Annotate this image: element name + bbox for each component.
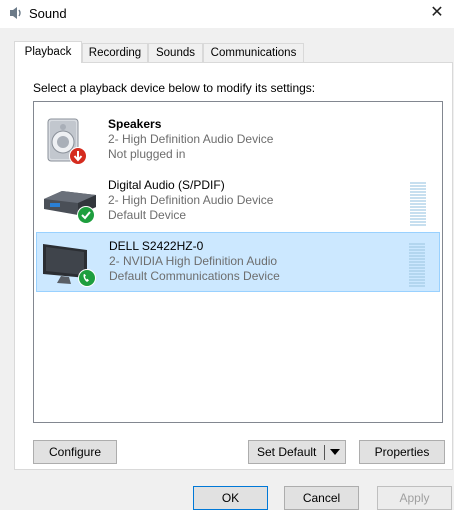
- set-default-button[interactable]: Set Default: [248, 440, 346, 464]
- spdif-device-icon: [44, 191, 96, 224]
- device-status: Default Communications Device: [109, 269, 280, 283]
- sound-speaker-icon: [10, 7, 21, 19]
- speaker-icon: [47, 118, 87, 165]
- default-check-badge-icon: [77, 206, 95, 224]
- communications-phone-badge-icon: [78, 269, 96, 287]
- device-description: 2- High Definition Audio Device: [108, 132, 274, 146]
- close-button[interactable]: ✕: [420, 0, 454, 28]
- device-list[interactable]: Speakers 2- High Definition Audio Device…: [33, 101, 443, 423]
- ok-button[interactable]: OK: [193, 486, 268, 510]
- instruction-text: Select a playback device below to modify…: [33, 81, 316, 95]
- device-description: 2- NVIDIA High Definition Audio: [109, 254, 278, 268]
- set-default-label: Set Default: [257, 445, 317, 459]
- tab-playback[interactable]: Playback: [14, 41, 82, 63]
- tab-communications[interactable]: Communications: [203, 43, 304, 62]
- device-item-speakers[interactable]: Speakers 2- High Definition Audio Device…: [36, 111, 440, 171]
- properties-button[interactable]: Properties: [359, 440, 445, 464]
- title-bar: Sound ✕: [0, 0, 454, 28]
- device-text: Digital Audio (S/PDIF) 2- High Definitio…: [108, 178, 273, 223]
- volume-meter: [410, 182, 426, 226]
- device-name: Speakers: [108, 117, 162, 131]
- tab-recording[interactable]: Recording: [82, 43, 148, 62]
- unplugged-badge-icon: [69, 147, 87, 165]
- split-separator: [324, 445, 325, 460]
- device-description: 2- High Definition Audio Device: [108, 193, 274, 207]
- cancel-button[interactable]: Cancel: [284, 486, 359, 510]
- device-status: Not plugged in: [108, 147, 186, 161]
- window-title: Sound: [29, 6, 67, 21]
- device-name: DELL S2422HZ-0: [109, 239, 204, 253]
- configure-button[interactable]: Configure: [33, 440, 117, 464]
- tab-sounds[interactable]: Sounds: [148, 43, 203, 62]
- monitor-icon: [43, 244, 96, 287]
- device-item-digital-audio[interactable]: Digital Audio (S/PDIF) 2- High Definitio…: [36, 172, 440, 232]
- apply-button[interactable]: Apply: [377, 486, 452, 510]
- device-status: Default Device: [108, 208, 187, 222]
- device-name: Digital Audio (S/PDIF): [108, 178, 225, 192]
- volume-meter: [409, 243, 425, 287]
- device-item-dell-monitor[interactable]: DELL S2422HZ-0 2- NVIDIA High Definition…: [36, 232, 440, 292]
- device-text: DELL S2422HZ-0 2- NVIDIA High Definition…: [109, 239, 280, 284]
- playback-panel: Select a playback device below to modify…: [14, 62, 453, 470]
- dropdown-arrow-icon[interactable]: [330, 449, 340, 455]
- device-text: Speakers 2- High Definition Audio Device…: [108, 117, 273, 162]
